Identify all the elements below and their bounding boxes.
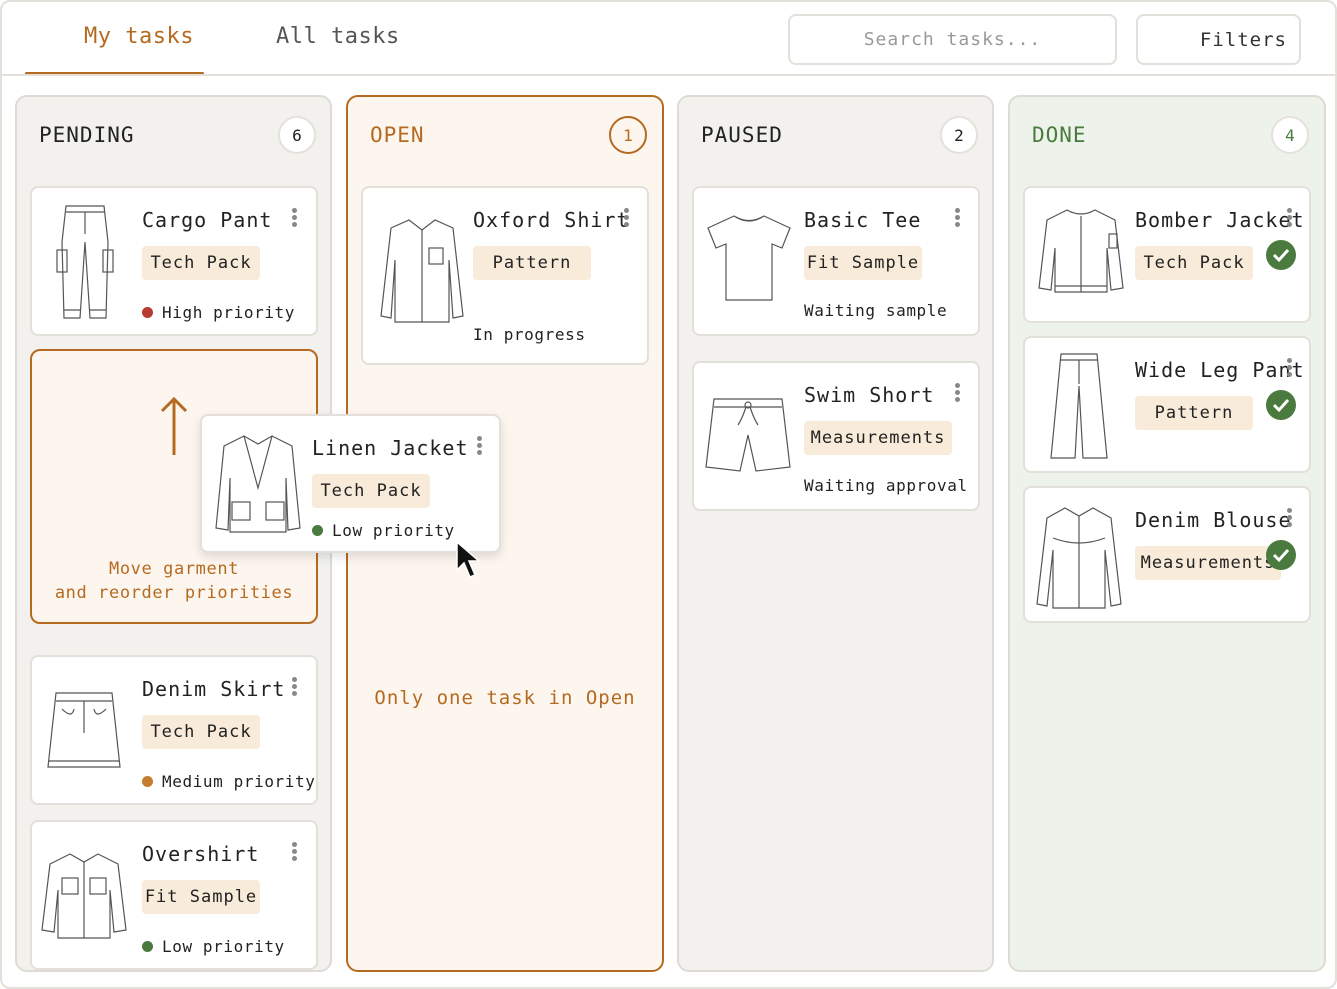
search-placeholder: Search tasks...: [863, 29, 1042, 50]
task-card-bomber-jacket[interactable]: Bomber Jacket Tech Pack: [1023, 186, 1311, 323]
card-title: Cargo Pant: [142, 208, 273, 232]
card-title: Denim Skirt: [142, 677, 286, 701]
column-title: PENDING: [39, 123, 135, 147]
column-title: PAUSED: [701, 123, 783, 147]
more-options-icon[interactable]: [955, 208, 961, 228]
card-priority: Medium priority: [142, 772, 316, 791]
arrow-up-icon: [160, 396, 188, 455]
swim-short-icon: [705, 398, 791, 472]
cargo-pant-icon: [56, 205, 114, 319]
header-divider: [2, 74, 1337, 76]
overshirt-icon: [41, 853, 127, 939]
card-tag: Measurements: [804, 421, 952, 455]
open-limit-note: Only one task in Open: [374, 687, 636, 709]
priority-label: Medium priority: [162, 772, 316, 791]
priority-label: High priority: [162, 303, 296, 322]
high-priority-dot: [142, 307, 153, 318]
more-options-icon[interactable]: [955, 383, 961, 403]
bomber-jacket-icon: [1038, 209, 1124, 293]
card-tag: Fit Sample: [142, 880, 260, 914]
column-title: OPEN: [370, 123, 425, 147]
low-priority-dot: [312, 525, 323, 536]
tab-my-tasks[interactable]: My tasks: [84, 24, 194, 49]
card-title: Wide Leg Pant: [1135, 358, 1305, 382]
card-title: Linen Jacket: [312, 436, 469, 460]
check-circle-icon: [1266, 540, 1296, 570]
priority-label: Low priority: [162, 937, 285, 956]
task-board-app: My tasks All tasks Search tasks... Filte…: [0, 0, 1337, 989]
card-status: Waiting approval: [804, 476, 968, 495]
task-card-denim-skirt[interactable]: Denim Skirt Tech Pack Medium priority: [30, 655, 318, 805]
more-options-icon[interactable]: [1287, 208, 1293, 228]
task-card-overshirt[interactable]: Overshirt Fit Sample Low priority: [30, 820, 318, 970]
column-count-badge: 4: [1271, 116, 1309, 154]
card-tag: Tech Pack: [312, 474, 430, 508]
check-circle-icon: [1266, 240, 1296, 270]
oxford-shirt-icon: [380, 219, 464, 323]
more-options-icon[interactable]: [292, 842, 298, 862]
filters-label: Filters: [1199, 28, 1287, 51]
denim-skirt-icon: [47, 692, 121, 768]
card-title: Denim Blouse: [1135, 508, 1292, 532]
card-title: Swim Short: [804, 383, 935, 407]
priority-label: Low priority: [332, 521, 455, 540]
column-count-badge: 6: [278, 116, 316, 154]
card-status: In progress: [473, 325, 586, 344]
denim-blouse-icon: [1036, 507, 1122, 609]
task-card-oxford-shirt[interactable]: Oxford Shirt Pattern In progress: [361, 186, 649, 365]
task-card-denim-blouse[interactable]: Denim Blouse Measurements: [1023, 486, 1311, 623]
card-tag: Tech Pack: [142, 715, 260, 749]
column-count-badge: 1: [609, 116, 647, 154]
column-title: DONE: [1032, 123, 1087, 147]
basic-tee-icon: [707, 215, 791, 301]
low-priority-dot: [142, 941, 153, 952]
card-tag: Tech Pack: [1135, 246, 1253, 280]
medium-priority-dot: [142, 776, 153, 787]
card-title: Overshirt: [142, 842, 260, 866]
card-tag: Measurements: [1135, 546, 1281, 580]
drop-zone-line-1: Move garment: [108, 559, 240, 579]
tab-all-tasks[interactable]: All tasks: [276, 24, 400, 49]
task-card-basic-tee[interactable]: Basic Tee Fit Sample Waiting sample: [692, 186, 980, 336]
task-card-linen-jacket-dragging[interactable]: Linen Jacket Tech Pack Low priority: [200, 414, 501, 553]
card-title: Oxford Shirt: [473, 208, 630, 232]
mouse-cursor-icon: [456, 540, 482, 578]
card-priority: High priority: [142, 303, 295, 322]
card-title: Bomber Jacket: [1135, 208, 1305, 232]
card-tag: Tech Pack: [142, 246, 260, 280]
check-circle-icon: [1266, 390, 1296, 420]
card-priority: Low priority: [142, 937, 285, 956]
card-tag: Fit Sample: [804, 246, 922, 280]
task-card-wide-leg-pant[interactable]: Wide Leg Pant Pattern: [1023, 336, 1311, 473]
more-options-icon[interactable]: [292, 208, 298, 228]
search-input[interactable]: Search tasks...: [788, 14, 1117, 65]
more-options-icon[interactable]: [624, 208, 630, 228]
more-options-icon[interactable]: [1287, 508, 1293, 528]
drop-zone-hint: Move garment and reorder priorities: [32, 557, 316, 605]
more-options-icon[interactable]: [292, 677, 298, 697]
card-tag: Pattern: [473, 246, 591, 280]
card-priority: Low priority: [312, 521, 455, 540]
card-tag: Pattern: [1135, 396, 1253, 430]
card-status: Waiting sample: [804, 301, 948, 320]
wide-leg-pant-icon: [1050, 353, 1108, 459]
task-card-swim-short[interactable]: Swim Short Measurements Waiting approval: [692, 361, 980, 511]
more-options-icon[interactable]: [1287, 358, 1293, 378]
linen-jacket-icon: [215, 435, 301, 533]
more-options-icon[interactable]: [477, 436, 483, 456]
card-title: Basic Tee: [804, 208, 922, 232]
column-count-badge: 2: [940, 116, 978, 154]
filters-button[interactable]: Filters: [1136, 14, 1301, 65]
task-card-cargo-pant[interactable]: Cargo Pant Tech Pack High priority: [30, 186, 318, 336]
drop-zone-line-2: and reorder priorities: [54, 583, 294, 603]
